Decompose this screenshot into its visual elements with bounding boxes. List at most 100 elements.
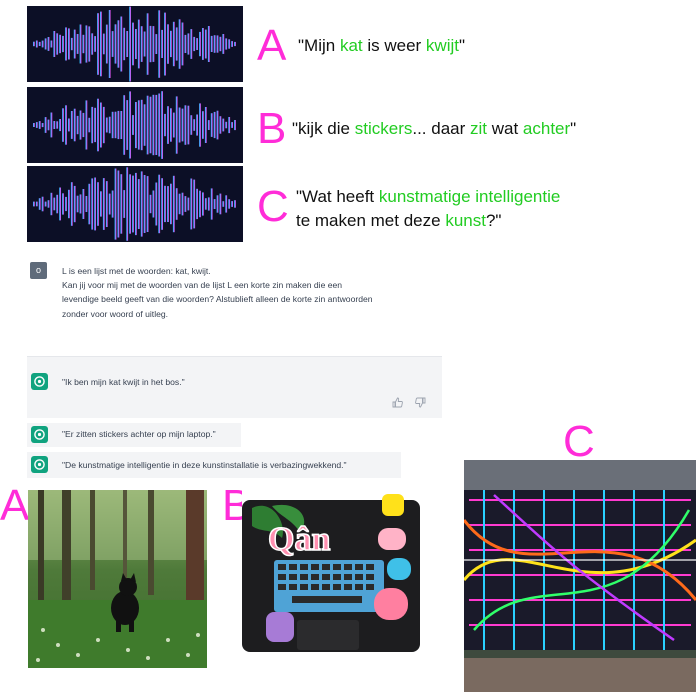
waveform-bar [35,201,38,207]
quote-b-highlight: zit [470,119,487,138]
quote-b-text: ... daar [412,119,470,138]
waveform-bar [228,117,231,134]
waveform-bar [50,192,53,216]
waveform-bar [76,34,79,54]
waveform-bar [170,30,172,58]
quote-a-text: " [458,36,466,55]
waveform-bar [70,182,73,226]
waveform-image-a [27,6,243,82]
waveform-bar [222,34,225,54]
waveform-bar [164,12,166,76]
user-avatar: o [30,262,47,279]
waveform-bar [76,195,79,213]
waveform-bar [47,119,50,131]
waveform-bar [149,25,152,63]
response-text-2: "Er zitten stickers achter op mijn lapto… [62,429,216,439]
quote-a-highlight: kat [339,36,363,55]
waveform-bar [123,95,126,155]
waveform-bar [146,176,149,232]
waveform-bar [38,121,41,129]
waveform-bar [108,193,111,215]
waveform-bar [38,198,41,210]
waveform-bar [53,31,56,57]
waveform-bar [193,179,196,229]
waveform-bar [178,107,181,143]
waveform-bar [70,111,73,139]
waveform-bar [33,123,35,127]
waveform-bar [111,111,114,139]
waveform-bar [108,116,111,134]
waveform-bar [158,93,161,157]
waveform-bar [231,41,233,47]
waveform-bar [102,33,105,55]
waveform-bar [47,37,50,51]
waveform-bar [155,182,158,226]
quote-b: "kijk die stickers... daar zit wat achte… [292,118,576,140]
waveform-bar [114,24,117,64]
label-letter-a: A [257,21,287,70]
waveform-bar [187,33,190,55]
waveform-bar [94,107,96,143]
waveform-bar [146,13,149,75]
waveform-bar [196,38,198,50]
waveform-bar [82,112,85,138]
waveform-bar [204,198,207,210]
thumbs-up-icon[interactable] [392,397,403,411]
waveform-bar [33,201,35,207]
waveform-bar [88,26,91,62]
waveform-bar [161,91,163,159]
waveform-bar [68,118,70,132]
waveform-bar [219,193,222,215]
waveform-bar [44,38,47,50]
waveform-bar [102,178,105,230]
waveform-bar [172,21,175,67]
waveform-bar [117,20,120,68]
waveform-bar [228,39,231,49]
quote-b-text: "kijk die [292,119,355,138]
waveform-bar [41,123,44,128]
waveform-bar [225,195,228,213]
waveform-bar [91,106,94,144]
quote-c-highlight: kunst [445,211,486,230]
waveform-bar [88,117,91,133]
quote-a-highlight: kwijt [425,36,459,55]
waveform-bar [105,181,108,227]
waveform-bar [79,110,82,140]
waveform-bar [181,192,184,216]
waveform-bar [62,193,64,215]
waveform-bar [175,188,178,220]
waveform-bar [137,179,140,229]
waveform-bar [105,117,108,133]
waveform-bar [82,34,85,54]
prompt-line: L is een lijst met de woorden: kat, kwij… [62,266,211,276]
waveform-bar [178,19,181,69]
waveform-bar [35,40,38,48]
waveform-bar [50,40,53,48]
waveform-bar [184,196,187,212]
waveform-bar [44,117,47,133]
waveform-bar [190,29,193,59]
waveform-bar [202,28,204,60]
waveform-bar [187,197,190,211]
waveform-bar [85,25,88,63]
waveform-bar [143,104,146,146]
waveform-bar [146,95,149,155]
waveform-bar [126,100,129,150]
waveform-bar [181,22,184,66]
waveform-bar [111,190,114,218]
waveform-bar [222,201,225,207]
waveform-bar [44,201,47,207]
waveform-bar [158,10,161,78]
thumbs-down-icon[interactable] [415,397,426,411]
waveform-bar [167,24,169,64]
waveform-bar [91,33,94,55]
waveform-bar [126,31,129,57]
waveform-bar [47,200,50,208]
waveform-bar [135,172,137,236]
waveform-bar [152,26,155,62]
waveform-bar [114,111,117,139]
waveform-bar [199,31,201,57]
waveform-bar [172,175,175,233]
waveform-bar [114,168,117,240]
waveform-bar [91,178,94,230]
